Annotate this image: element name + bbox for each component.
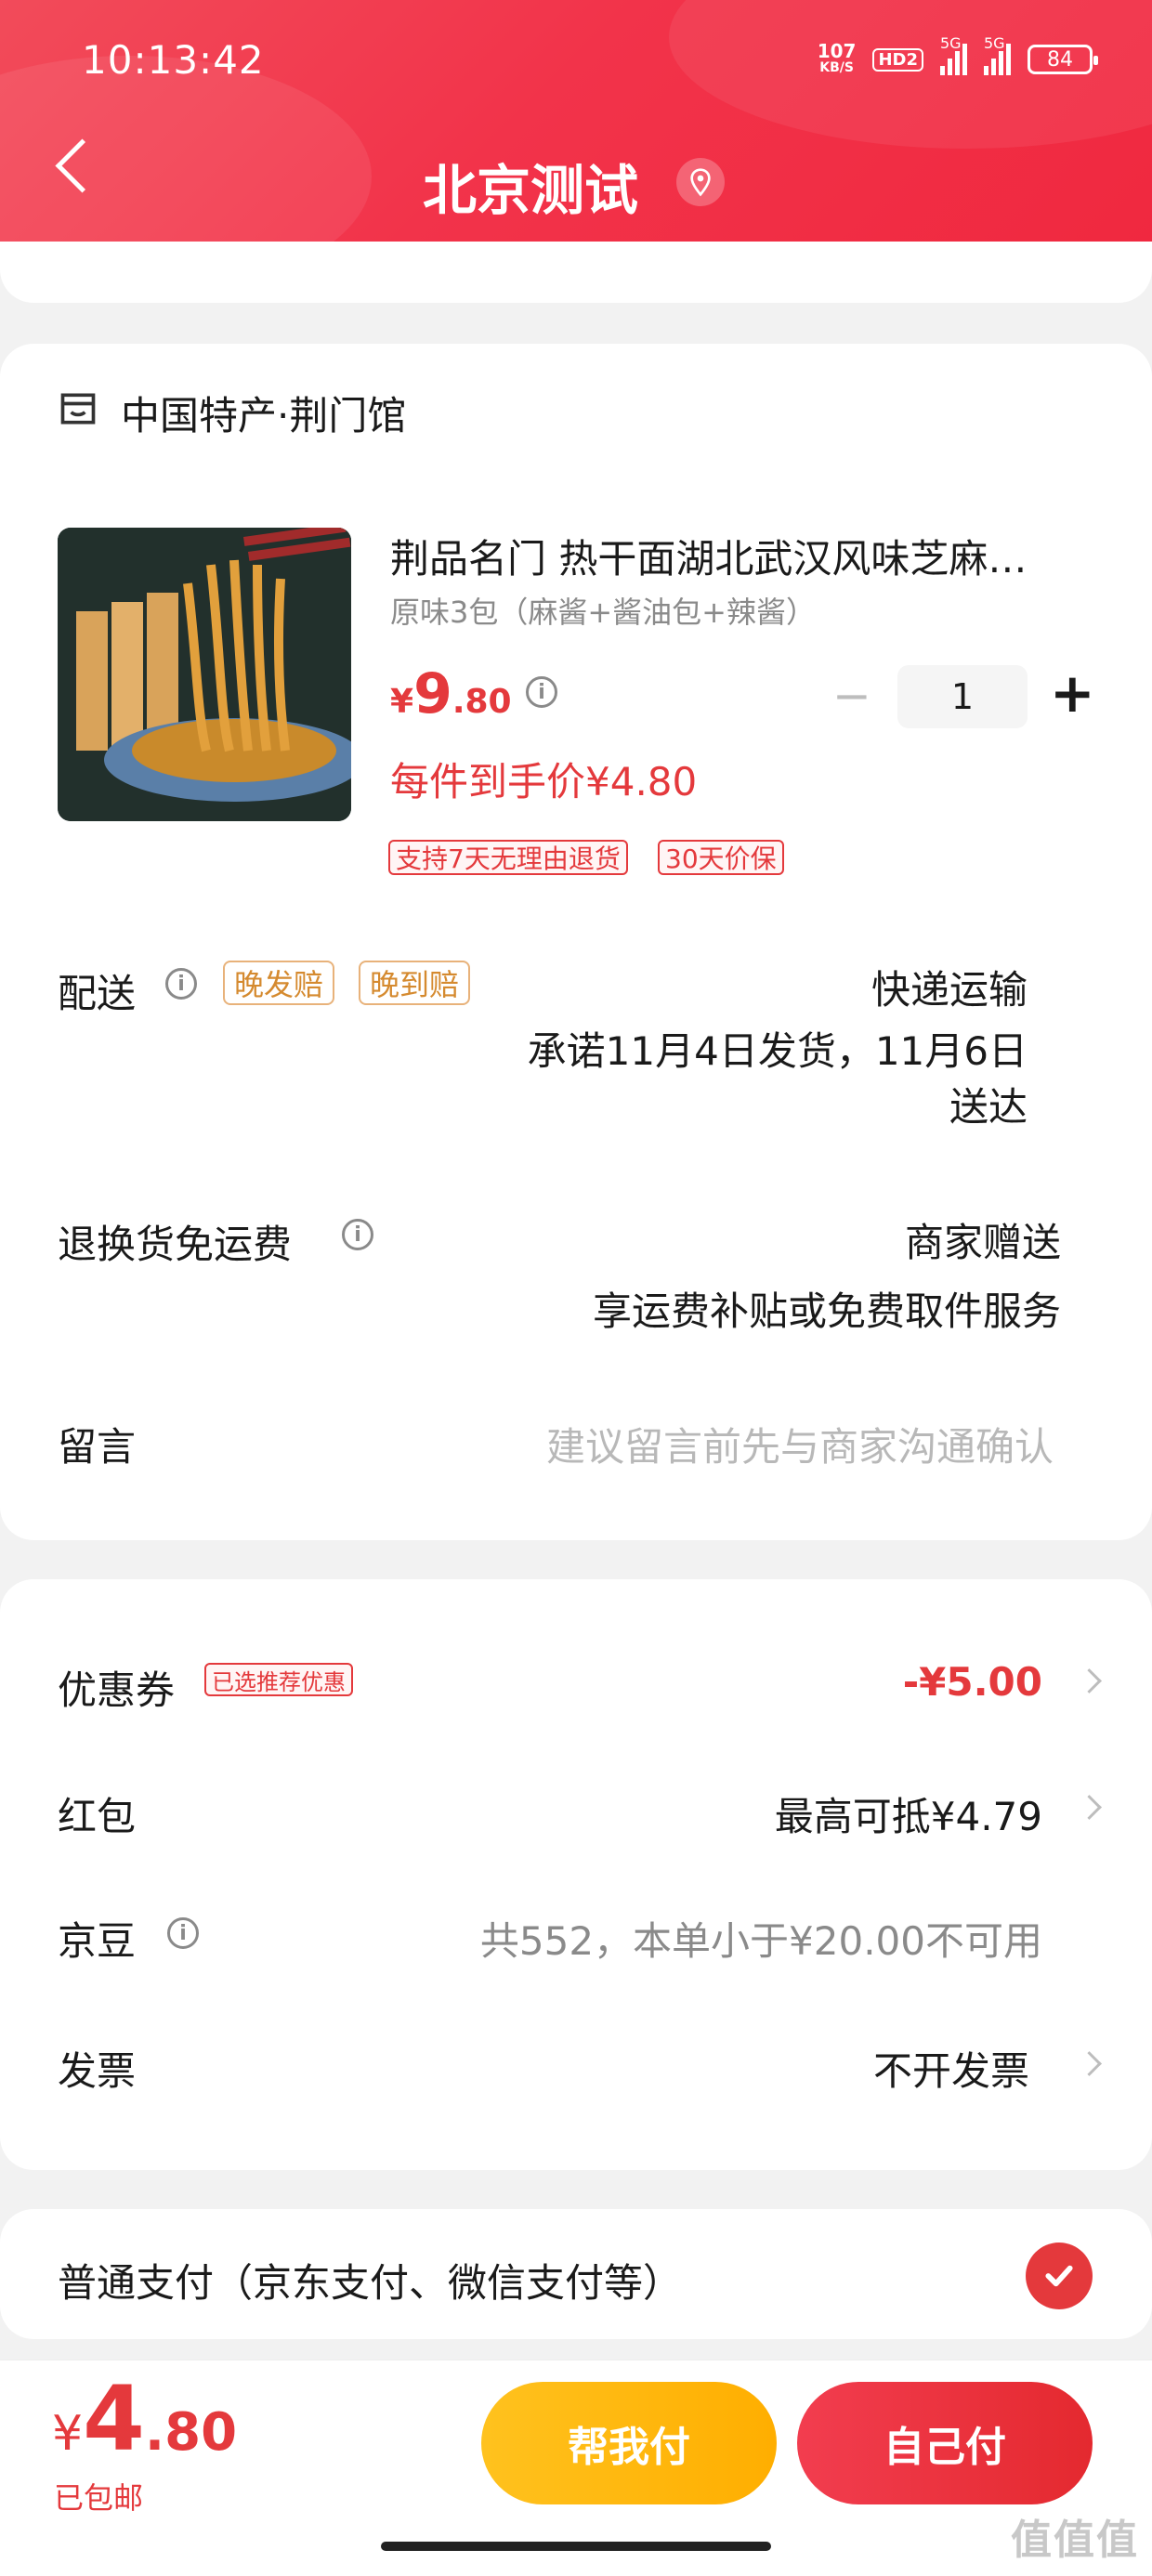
signal-icon: 5G xyxy=(984,34,1011,75)
self-pay-button[interactable]: 自己付 xyxy=(797,2382,1093,2504)
quantity-input[interactable]: 1 xyxy=(897,665,1028,728)
delivery-info-icon[interactable]: i xyxy=(165,968,197,1000)
help-pay-button[interactable]: 帮我付 xyxy=(481,2382,777,2504)
payment-method-label[interactable]: 普通支付（京东支付、微信支付等） xyxy=(58,2252,682,2308)
return-policy-badge: 支持7天无理由退货 xyxy=(388,840,628,875)
product-spec[interactable]: 原味3包（麻酱+酱油包+辣酱） xyxy=(390,589,816,632)
return-freight-value: 商家赠送 xyxy=(904,1220,1061,1265)
net-speed: 107 KB/S xyxy=(817,40,857,75)
product-image[interactable] xyxy=(58,528,351,821)
red-packet-value[interactable]: 最高可抵¥4.79 xyxy=(775,1785,1042,1842)
header-decoration xyxy=(0,56,372,264)
late-arrive-badge: 晚到赔 xyxy=(359,961,471,1005)
coupon-value[interactable]: -¥5.00 xyxy=(903,1659,1042,1705)
address-card-bottom xyxy=(0,242,1152,303)
page-title: 北京测试 xyxy=(423,159,639,222)
status-icons: 107 KB/S HD2 5G 5G 84 xyxy=(817,34,1098,76)
product-price: ¥9.80 xyxy=(390,661,512,726)
decrease-quantity-button[interactable]: − xyxy=(832,669,871,723)
red-packet-label: 红包 xyxy=(58,1794,137,1839)
price-info-icon[interactable]: i xyxy=(526,676,557,708)
coupon-label: 优惠券 xyxy=(58,1667,176,1713)
invoice-label: 发票 xyxy=(58,2048,137,2094)
store-icon xyxy=(60,393,96,425)
product-title[interactable]: 荆品名门 热干面湖北武汉风味芝麻… xyxy=(390,528,1078,584)
price-protect-badge: 30天价保 xyxy=(658,840,784,875)
hd-icon: HD2 xyxy=(872,47,923,72)
increase-quantity-button[interactable]: + xyxy=(1050,661,1095,725)
coupon-selected-badge: 已选推荐优惠 xyxy=(204,1663,353,1696)
checkmark-icon[interactable] xyxy=(1026,2243,1093,2309)
return-freight-label: 退换货免运费 xyxy=(58,1222,293,1267)
return-freight-desc: 享运费补贴或免费取件服务 xyxy=(592,1288,1061,1334)
watermark-logo: 值值值 xyxy=(1011,2517,1139,2564)
per-item-price: 每件到手价¥4.80 xyxy=(390,759,698,804)
total-price: ¥4.80 xyxy=(52,2367,238,2471)
delivery-method[interactable]: 快递运输 xyxy=(871,959,1028,1015)
jd-beans-label: 京豆 xyxy=(58,1918,137,1964)
store-name[interactable]: 中国特产·荆门馆 xyxy=(121,385,406,441)
message-input[interactable]: 建议留言前先与商家沟通确认 xyxy=(546,1416,1054,1472)
return-freight-info-icon[interactable]: i xyxy=(342,1219,373,1250)
delivery-label: 配送 xyxy=(58,971,137,1016)
delivery-promise-cont: 送达 xyxy=(949,1084,1028,1130)
free-shipping-label: 已包邮 xyxy=(54,2480,144,2516)
invoice-value[interactable]: 不开发票 xyxy=(873,2040,1029,2097)
late-ship-badge: 晚发赔 xyxy=(223,961,335,1005)
message-label: 留言 xyxy=(58,1424,137,1470)
signal-icon: 5G xyxy=(940,34,967,75)
home-indicator[interactable] xyxy=(381,2542,771,2551)
status-time: 10:13:42 xyxy=(82,37,265,83)
jd-beans-value: 共552，本单小于¥20.00不可用 xyxy=(479,1918,1042,1964)
order-card xyxy=(0,344,1152,1540)
jd-beans-info-icon[interactable]: i xyxy=(167,1917,199,1949)
location-pin-icon[interactable] xyxy=(676,158,725,206)
delivery-promise: 承诺11月4日发货，11月6日 xyxy=(527,1028,1028,1074)
battery-icon: 84 xyxy=(1028,45,1098,74)
